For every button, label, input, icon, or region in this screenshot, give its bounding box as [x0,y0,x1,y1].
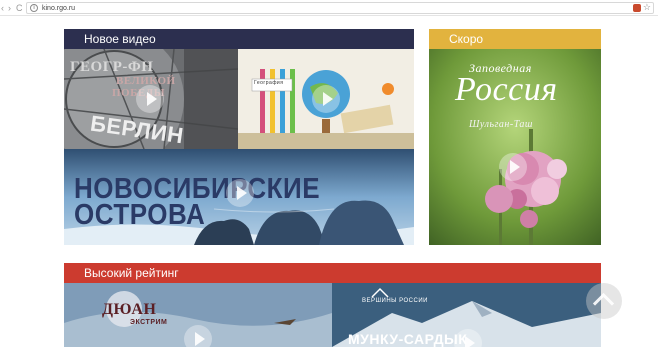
url-text[interactable]: kino.rgo.ru [42,4,75,13]
extreme-subtitle: ЭКСТРИМ [130,319,168,326]
munku-title: МУНКУ-САРДЫК [348,331,468,347]
play-icon[interactable] [312,85,340,113]
top-rated-section: Высокий рейтинг ДЮАН ЭКСТРИМ ВЕРШИНЫ РОС… [64,263,601,347]
berlin-title-line1: ГЕОГР-ФН [70,59,154,75]
new-video-header: Новое видео [64,29,414,49]
play-icon[interactable] [499,153,527,181]
video-tile-novosibirsk-islands[interactable]: НОВОСИБИРСКИЕ ОСТРОВА [64,149,414,245]
scroll-to-top-button[interactable] [586,283,622,319]
coming-soon-section: Скоро Заповедная Россия Шульган-Таш [429,29,601,245]
top-rated-title: Высокий рейтинг [84,266,179,280]
geography-title: География [254,80,284,86]
forward-icon[interactable]: › [8,2,11,14]
new-video-title: Новое видео [84,32,156,46]
top-rated-header: Высокий рейтинг [64,263,601,283]
play-icon[interactable] [184,325,212,347]
reload-icon[interactable]: C [16,2,23,14]
video-tile-munku-sardyk[interactable]: ВЕРШИНЫ РОССИИ МУНКУ-САРДЫК [332,283,601,347]
extension-icon[interactable] [633,4,641,12]
play-icon[interactable] [136,85,164,113]
reserved-title-line2: Россия [455,71,558,108]
video-tile-extreme[interactable]: ДЮАН ЭКСТРИМ [64,283,332,347]
coming-soon-header: Скоро [429,29,601,49]
video-tile-geography[interactable]: География [238,49,414,149]
info-icon[interactable]: i [30,4,38,12]
video-tile-reserved-russia[interactable]: Заповедная Россия Шульган-Таш [429,49,601,245]
back-icon[interactable]: ‹ [1,2,4,14]
munku-label: ВЕРШИНЫ РОССИИ [362,298,428,304]
extreme-title: ДЮАН [102,301,157,318]
coming-soon-title: Скоро [449,32,484,46]
reserved-subtitle: Шульган-Таш [469,119,533,130]
bookmark-star-icon[interactable]: ☆ [643,2,651,13]
address-bar[interactable]: i kino.rgo.ru ☆ [26,2,654,14]
video-tile-berlin[interactable]: ГЕОГР-ФН ВЕЛИКОЙ ПОБЕДЫ БЕРЛИН [64,49,238,149]
play-icon[interactable] [226,179,254,207]
new-video-section: Новое видео ГЕОГР-ФН ВЕЛИКОЙ ПОБЕДЫ БЕРЛ… [64,29,414,245]
browser-toolbar: ‹ › C i kino.rgo.ru ☆ [0,0,658,16]
islands-title-line2: ОСТРОВА [74,197,206,231]
